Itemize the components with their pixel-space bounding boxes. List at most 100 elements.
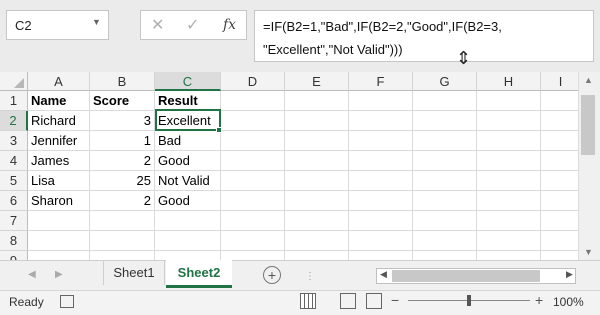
cell-i1[interactable] <box>541 91 581 111</box>
column-header-b[interactable]: B <box>90 72 155 91</box>
cell-f7[interactable] <box>349 211 413 231</box>
cell-a6[interactable]: Sharon <box>28 191 90 211</box>
cell-h3[interactable] <box>477 131 541 151</box>
tab-splitter-icon[interactable]: ⋮ <box>305 271 315 282</box>
zoom-level[interactable]: 100% <box>553 295 584 309</box>
checkmark-icon[interactable]: ✓ <box>186 15 199 35</box>
cell-i7[interactable] <box>541 211 581 231</box>
scroll-up-icon[interactable]: ▲ <box>584 75 593 85</box>
cell-e5[interactable] <box>285 171 349 191</box>
row-header-8[interactable]: 8 <box>0 231 28 251</box>
scroll-down-icon[interactable]: ▼ <box>584 247 593 257</box>
cell-c7[interactable] <box>155 211 221 231</box>
cell-h4[interactable] <box>477 151 541 171</box>
zoom-slider-knob[interactable] <box>467 295 471 306</box>
cell-i6[interactable] <box>541 191 581 211</box>
column-header-g[interactable]: G <box>413 72 477 91</box>
cell-c8[interactable] <box>155 231 221 251</box>
cell-b2[interactable]: 3 <box>90 111 155 131</box>
cell-g8[interactable] <box>413 231 477 251</box>
cell-e6[interactable] <box>285 191 349 211</box>
cell-g7[interactable] <box>413 211 477 231</box>
cell-f8[interactable] <box>349 231 413 251</box>
cell-h5[interactable] <box>477 171 541 191</box>
cell-a7[interactable] <box>28 211 90 231</box>
cell-b1[interactable]: Score <box>90 91 155 111</box>
cell-d3[interactable] <box>221 131 285 151</box>
cell-f2[interactable] <box>349 111 413 131</box>
cell-g6[interactable] <box>413 191 477 211</box>
zoom-out-icon[interactable]: − <box>391 292 399 308</box>
scroll-left-icon[interactable]: ◀ <box>380 269 387 280</box>
cell-d7[interactable] <box>221 211 285 231</box>
column-header-d[interactable]: D <box>221 72 285 91</box>
cell-g4[interactable] <box>413 151 477 171</box>
cell-a1[interactable]: Name <box>28 91 90 111</box>
cell-a3[interactable]: Jennifer <box>28 131 90 151</box>
row-header-2[interactable]: 2 <box>0 111 28 131</box>
cell-g5[interactable] <box>413 171 477 191</box>
column-header-f[interactable]: F <box>349 72 413 91</box>
cell-f3[interactable] <box>349 131 413 151</box>
cell-f4[interactable] <box>349 151 413 171</box>
insert-function-icon[interactable]: fx <box>223 17 236 33</box>
cell-e2[interactable] <box>285 111 349 131</box>
cell-i4[interactable] <box>541 151 581 171</box>
cell-c3[interactable]: Bad <box>155 131 221 151</box>
cell-h8[interactable] <box>477 231 541 251</box>
cell-d8[interactable] <box>221 231 285 251</box>
tab-sheet2[interactable]: Sheet2 <box>166 260 232 288</box>
column-header-i[interactable]: I <box>541 72 581 91</box>
column-header-h[interactable]: H <box>477 72 541 91</box>
cell-b7[interactable] <box>90 211 155 231</box>
cell-f6[interactable] <box>349 191 413 211</box>
cell-b3[interactable]: 1 <box>90 131 155 151</box>
cell-a5[interactable]: Lisa <box>28 171 90 191</box>
normal-view-icon[interactable] <box>300 293 316 309</box>
macro-record-icon[interactable] <box>60 295 74 308</box>
cell-c5[interactable]: Not Valid <box>155 171 221 191</box>
cell-b4[interactable]: 2 <box>90 151 155 171</box>
cell-d4[interactable] <box>221 151 285 171</box>
cell-g1[interactable] <box>413 91 477 111</box>
vertical-scroll-thumb[interactable] <box>581 95 595 155</box>
cell-h2[interactable] <box>477 111 541 131</box>
row-header-3[interactable]: 3 <box>0 131 28 151</box>
row-header-6[interactable]: 6 <box>0 191 28 211</box>
cell-i2[interactable] <box>541 111 581 131</box>
cell-a4[interactable]: James <box>28 151 90 171</box>
cell-e1[interactable] <box>285 91 349 111</box>
fill-handle[interactable] <box>216 127 222 133</box>
cell-d5[interactable] <box>221 171 285 191</box>
tab-sheet1[interactable]: Sheet1 <box>103 261 165 285</box>
cell-d6[interactable] <box>221 191 285 211</box>
cell-i8[interactable] <box>541 231 581 251</box>
cell-a2[interactable]: Richard <box>28 111 90 131</box>
page-break-view-icon[interactable] <box>366 293 382 309</box>
row-header-4[interactable]: 4 <box>0 151 28 171</box>
cell-e7[interactable] <box>285 211 349 231</box>
next-sheet-icon[interactable]: ▶ <box>55 269 63 280</box>
cell-e4[interactable] <box>285 151 349 171</box>
cell-h1[interactable] <box>477 91 541 111</box>
cell-h6[interactable] <box>477 191 541 211</box>
cell-g2[interactable] <box>413 111 477 131</box>
prev-sheet-icon[interactable]: ◀ <box>28 269 36 280</box>
cell-e3[interactable] <box>285 131 349 151</box>
column-header-e[interactable]: E <box>285 72 349 91</box>
cell-i3[interactable] <box>541 131 581 151</box>
page-layout-view-icon[interactable] <box>340 293 356 309</box>
row-header-1[interactable]: 1 <box>0 91 28 111</box>
cell-b6[interactable]: 2 <box>90 191 155 211</box>
formula-input[interactable]: =IF(B2=1,"Bad",IF(B2=2,"Good",IF(B2=3, "… <box>254 10 594 62</box>
cell-h7[interactable] <box>477 211 541 231</box>
column-header-a[interactable]: A <box>28 72 90 91</box>
cancel-x-icon[interactable]: ✕ <box>151 15 164 35</box>
row-header-5[interactable]: 5 <box>0 171 28 191</box>
add-sheet-icon[interactable]: + <box>263 266 281 284</box>
cell-g3[interactable] <box>413 131 477 151</box>
zoom-in-icon[interactable]: + <box>535 292 543 308</box>
scroll-right-icon[interactable]: ▶ <box>566 269 573 280</box>
cell-d1[interactable] <box>221 91 285 111</box>
cell-i5[interactable] <box>541 171 581 191</box>
